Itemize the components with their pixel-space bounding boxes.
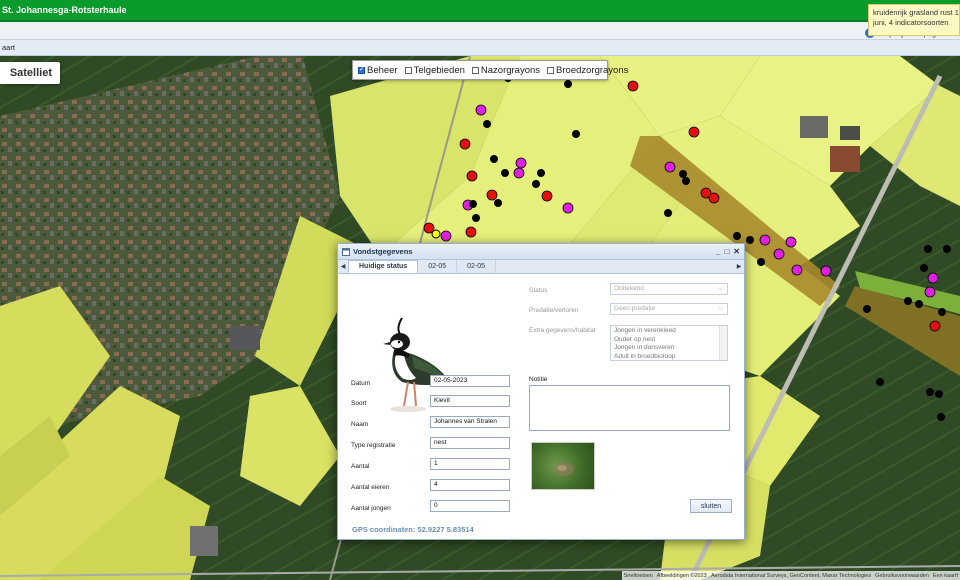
eggs-count-field[interactable]: 4 (430, 479, 510, 491)
naam-label: Naam (351, 421, 369, 428)
notitie-textarea[interactable] (529, 385, 730, 431)
tab-history-1[interactable]: 02-05 (418, 260, 458, 273)
breadcrumb[interactable]: aart (2, 43, 15, 52)
map-attribution: Sneltoetsen Afbeeldingen ©2023 , Aerodat… (621, 571, 960, 580)
minimize-icon[interactable]: _ (716, 247, 720, 256)
dialog-body: Datum 02-05-2023 Soort Kievit Naam Johan… (338, 274, 746, 540)
dialog-title: Vondstgegevens (353, 247, 413, 256)
list-item[interactable]: Jongen in verenkleed (614, 327, 724, 336)
datum-label: Datum (351, 380, 371, 387)
satellite-toggle-button[interactable]: Satelliet (0, 62, 60, 84)
checkbox-icon (547, 66, 555, 74)
chevron-down-icon: ⌵ (717, 305, 723, 312)
shortcuts-link[interactable]: Sneltoetsen (624, 573, 653, 579)
eggs-count-label: Aantal eieren (351, 484, 390, 491)
toolbar: aart (0, 40, 960, 56)
nest-photo-image (554, 462, 574, 476)
extra-data-label: Extra gegevens/habitat (529, 327, 596, 334)
imagery-credits: Afbeeldingen ©2023 , Aerodata Internatio… (656, 572, 872, 579)
extra-data-listbox[interactable]: Jongen in verenkleed Ouder op nest Jonge… (610, 325, 728, 361)
tab-current-status[interactable]: Huidige status (348, 260, 419, 273)
terms-link[interactable]: Gebruiksvoorwaarden (875, 573, 929, 579)
notitie-label: Notitie (529, 376, 548, 383)
sub-bar (0, 22, 960, 40)
layer-checkbox-beheer[interactable]: Beheer (358, 65, 398, 76)
status-label: Status (529, 287, 548, 294)
type-registration-field[interactable]: nest (430, 437, 510, 449)
layer-checkbox-telgebieden[interactable]: Telgebieden (404, 65, 465, 76)
gps-coordinates: GPS coordinaten: 52.9227 5.83514 (352, 525, 474, 534)
window-icon (342, 247, 350, 256)
checkbox-icon (471, 66, 479, 74)
layer-checkbox-bar: Beheer Telgebieden Nazorgrayons Broedzor… (352, 60, 628, 80)
checkbox-icon (404, 66, 412, 74)
naam-field[interactable]: Johannes van Stralen (430, 416, 510, 428)
predation-label: Predatie/verloren (529, 307, 579, 314)
notice-line: kruidenrijk grasland rust 1 ap (873, 8, 960, 17)
soort-field[interactable]: Kievit (430, 395, 510, 407)
chevron-down-icon: ⌵ (717, 285, 723, 292)
listbox-scrollbar[interactable] (719, 326, 727, 360)
tab-scroll-right-icon[interactable]: ▶ (734, 260, 744, 273)
dialog-header: Vondstgegevens _ □ ✕ (338, 244, 744, 260)
aantal-label: Aantal (351, 463, 370, 470)
finding-details-dialog: Vondstgegevens _ □ ✕ ◀ Huidige status 02… (337, 243, 745, 540)
datum-field[interactable]: 02-05-2023 (430, 375, 510, 387)
type-registration-label: Type registratie (351, 442, 396, 449)
notice-line: juni, 4 indicatorsoorten (873, 18, 949, 27)
app-header: St. Johannesga-Rotsterhaule (0, 0, 960, 22)
close-button[interactable]: sluiten (690, 499, 732, 513)
list-item[interactable]: Ouder op nest (614, 336, 724, 345)
list-item[interactable]: Adult in broedbiotoop (614, 353, 724, 362)
layer-checkbox-nazorgrayons[interactable]: Nazorgrayons (471, 65, 540, 76)
dialog-tabs: ◀ Huidige status 02-05 02-05 ▶ (338, 260, 744, 274)
app-title: St. Johannesga-Rotsterhaule (2, 5, 127, 15)
list-item[interactable]: Jongen in donsveren (614, 344, 724, 353)
close-icon[interactable]: ✕ (733, 247, 740, 256)
soort-label: Soort (351, 400, 367, 407)
layer-checkbox-broedzorgrayons[interactable]: Broedzorgrayons (547, 65, 628, 76)
chicks-count-label: Aantal jongen (351, 505, 391, 512)
chicks-count-field[interactable]: 0 (430, 500, 510, 512)
status-select[interactable]: Onbekend ⌵ (610, 283, 728, 295)
aantal-field[interactable]: 1 (430, 458, 510, 470)
nest-photo[interactable] (531, 442, 595, 490)
tab-scroll-left-icon[interactable]: ◀ (338, 260, 348, 273)
tab-history-2[interactable]: 02-05 (457, 260, 497, 273)
checkbox-checked-icon (358, 65, 365, 74)
report-link[interactable]: Een kaartf (933, 573, 958, 579)
predation-select[interactable]: Geen predatie ⌵ (610, 303, 728, 315)
notice-tooltip: kruidenrijk grasland rust 1 ap juni, 4 i… (868, 4, 960, 36)
maximize-icon[interactable]: □ (724, 247, 729, 256)
